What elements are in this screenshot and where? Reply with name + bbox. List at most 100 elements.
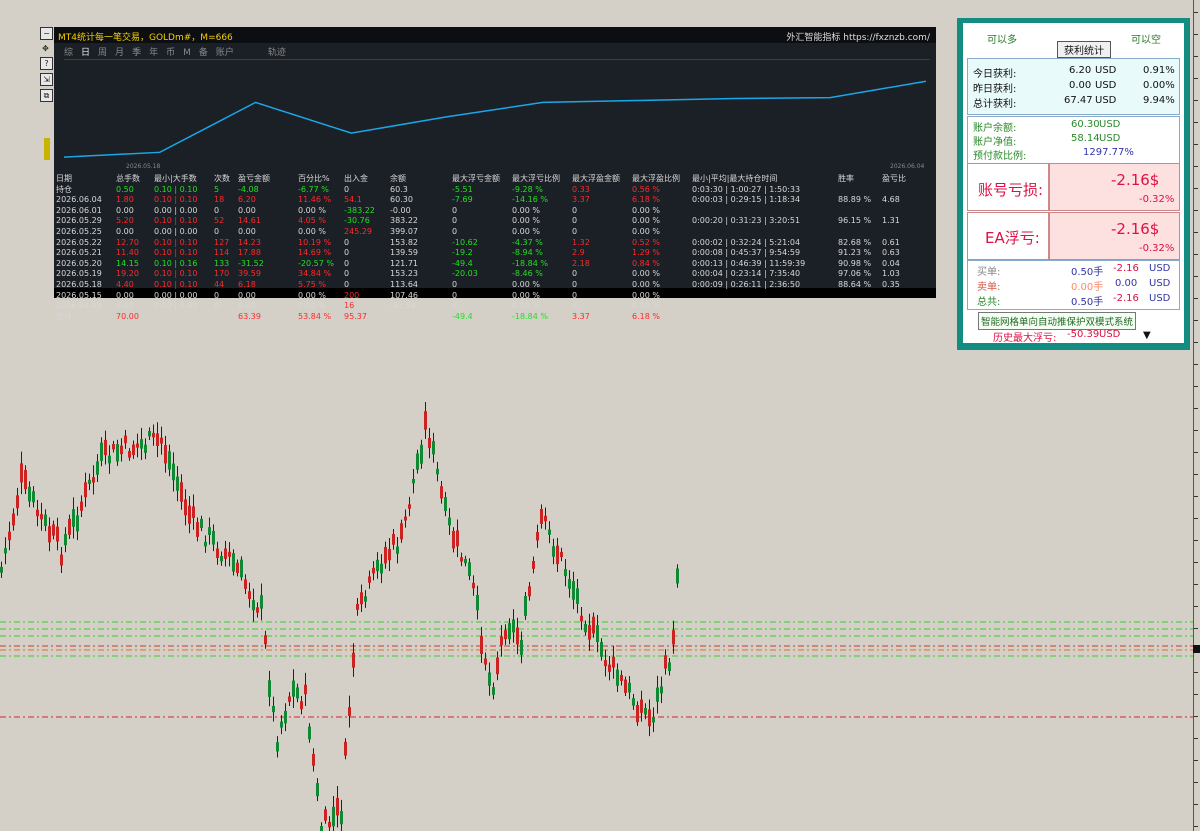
period-tab-5[interactable]: 年 bbox=[149, 48, 158, 58]
candle-body bbox=[16, 495, 19, 509]
candle-body bbox=[136, 443, 139, 448]
candle-body bbox=[276, 742, 279, 752]
account-loss-pct: -0.32% bbox=[1139, 194, 1175, 205]
axis-tick bbox=[1194, 760, 1198, 761]
candle-body bbox=[160, 437, 163, 444]
candle-body bbox=[536, 532, 539, 541]
profit-stats-button[interactable]: 获利统计 bbox=[1057, 41, 1111, 58]
table-cell: 0.00 bbox=[116, 205, 134, 215]
table-cell: 0.10 | 0.10 bbox=[154, 184, 198, 194]
candle-body bbox=[608, 664, 611, 672]
table-cell: 2026.05.19 bbox=[56, 269, 102, 279]
total-unit: USD bbox=[1095, 95, 1117, 106]
table-cell: 0 bbox=[344, 258, 350, 268]
table-cell: 0:00:02 | 0:32:24 | 5:21:04 bbox=[692, 237, 801, 247]
table-row: 2026.05.20 14.15 0.10 | 0.16 133 -31.52 -20.5… bbox=[56, 259, 912, 270]
period-tab-2[interactable]: 周 bbox=[98, 48, 107, 58]
table-cell: 0.56 % bbox=[632, 184, 660, 194]
table-cell: 0 bbox=[572, 269, 578, 279]
table-cell bbox=[838, 206, 882, 217]
table-cell: 5.75 % bbox=[298, 279, 326, 289]
sum-pl: -2.16 bbox=[1113, 293, 1139, 304]
axis-tick bbox=[1194, 694, 1198, 695]
table-cell: 133 bbox=[214, 258, 230, 268]
expand-button[interactable]: ⇲ bbox=[40, 73, 53, 86]
table-cell: 0.10 | 0.10 bbox=[154, 248, 198, 258]
help-button[interactable]: ? bbox=[40, 57, 53, 70]
candle-body bbox=[612, 656, 615, 668]
table-cell: 0.00 % bbox=[512, 279, 540, 289]
table-cell bbox=[882, 301, 912, 312]
sell-label: 卖单: bbox=[977, 282, 1001, 293]
table-cell: 3.37 bbox=[572, 311, 590, 321]
table-cell: 5.20 bbox=[116, 216, 134, 226]
candle-body bbox=[292, 680, 295, 697]
candle-body bbox=[228, 551, 231, 557]
candle-body bbox=[676, 568, 679, 584]
table-cell: 1.32 bbox=[572, 237, 590, 247]
table-cell: 0.00 % bbox=[632, 301, 660, 311]
candle-body bbox=[568, 579, 571, 589]
period-tab-4[interactable]: 季 bbox=[132, 48, 141, 58]
candle-body bbox=[376, 559, 379, 572]
table-cell: -383.22 bbox=[344, 205, 375, 215]
dropdown-arrow-icon[interactable]: ▼ bbox=[1143, 330, 1151, 341]
period-tab-10[interactable]: 轨迹 bbox=[268, 48, 286, 58]
site-link[interactable]: 外汇智能指标 https://fxznzb.com/ bbox=[786, 30, 930, 43]
today-pct: 0.91% bbox=[1143, 65, 1175, 76]
table-cell: 0:00:08 | 0:45:37 | 9:54:59 bbox=[692, 248, 801, 258]
candle-body bbox=[68, 518, 71, 535]
axis-tick bbox=[1194, 562, 1198, 563]
table-cell: 16 bbox=[344, 301, 355, 311]
period-tab-8[interactable]: 备 bbox=[199, 48, 208, 58]
table-row: 2026.06.04 1.80 0.10 | 0.10 18 6.20 11.46 % 54… bbox=[56, 195, 912, 206]
period-tab-3[interactable]: 月 bbox=[115, 48, 124, 58]
restore-button[interactable]: ⧉ bbox=[40, 89, 53, 102]
move-handle-icon[interactable]: ✥ bbox=[40, 43, 51, 54]
candle-body bbox=[424, 411, 427, 430]
candle-body bbox=[648, 709, 651, 727]
profit-panel: 可以多 可以空 获利统计 今日获利: 6.20 USD 0.91% 昨日获利: … bbox=[957, 18, 1190, 350]
table-cell: 60.30 bbox=[390, 195, 413, 205]
table-cell: 2026.05.29 bbox=[56, 216, 102, 226]
candle-body bbox=[64, 534, 67, 546]
price-axis[interactable] bbox=[1193, 0, 1200, 831]
candle-body bbox=[336, 797, 339, 816]
candle-body bbox=[520, 639, 523, 655]
system-mode-button[interactable]: 智能网格单向自动推保护双模式系统 bbox=[978, 312, 1137, 330]
candle-body bbox=[660, 686, 663, 694]
candle-body bbox=[652, 716, 655, 723]
table-cell: 60.3 bbox=[390, 184, 408, 194]
table-row: 合计 70.00 63.39 53.84 % 95.37 -49.4 -18.84 % 3.3… bbox=[56, 312, 912, 323]
candle-body bbox=[348, 707, 351, 716]
period-tab-7[interactable]: M bbox=[183, 48, 191, 58]
candle-body bbox=[576, 588, 579, 604]
period-tab-9[interactable]: 账户 bbox=[216, 48, 234, 58]
equity-end-date: 2026.06.04 bbox=[890, 163, 925, 170]
col-header: 胜率 bbox=[838, 174, 854, 183]
table-cell: 1.29 % bbox=[632, 248, 660, 258]
period-tab-0[interactable]: 综 bbox=[64, 48, 73, 58]
table-cell: 2026.06.01 bbox=[56, 205, 102, 215]
balance-label: 账户余额: bbox=[973, 123, 1017, 134]
yesterday-value: 0.00 bbox=[1069, 80, 1092, 91]
minimize-button[interactable]: − bbox=[40, 27, 53, 40]
table-cell: 0.35 bbox=[882, 279, 900, 289]
period-tab-6[interactable]: 币 bbox=[166, 48, 175, 58]
candle-body bbox=[108, 455, 111, 464]
stats-table: 日期 总手数 最小|大手数 次数 盈亏金额 百分比% 出入金 余额 最大浮亏金额 最大浮亏比例 最大… bbox=[56, 174, 912, 322]
table-cell: 3.37 bbox=[572, 195, 590, 205]
period-tab-1[interactable]: 日 bbox=[81, 48, 90, 58]
table-cell: 2.18 bbox=[572, 258, 590, 268]
table-cell: 0.50 bbox=[116, 184, 134, 194]
table-cell: 88.64 % bbox=[838, 279, 872, 289]
candle-body bbox=[144, 444, 147, 453]
candle-body bbox=[388, 548, 391, 561]
candle-body bbox=[596, 625, 599, 643]
table-cell: -20.03 bbox=[452, 269, 478, 279]
sell-lots: 0.00手 bbox=[1071, 282, 1104, 293]
table-row: 2026.05.22 12.70 0.10 | 0.10 127 14.23 10.19 … bbox=[56, 238, 912, 249]
axis-tick bbox=[1194, 364, 1198, 365]
candle-body bbox=[644, 707, 647, 715]
table-cell: 0:03:30 | 1:00:27 | 1:50:33 bbox=[692, 184, 801, 194]
